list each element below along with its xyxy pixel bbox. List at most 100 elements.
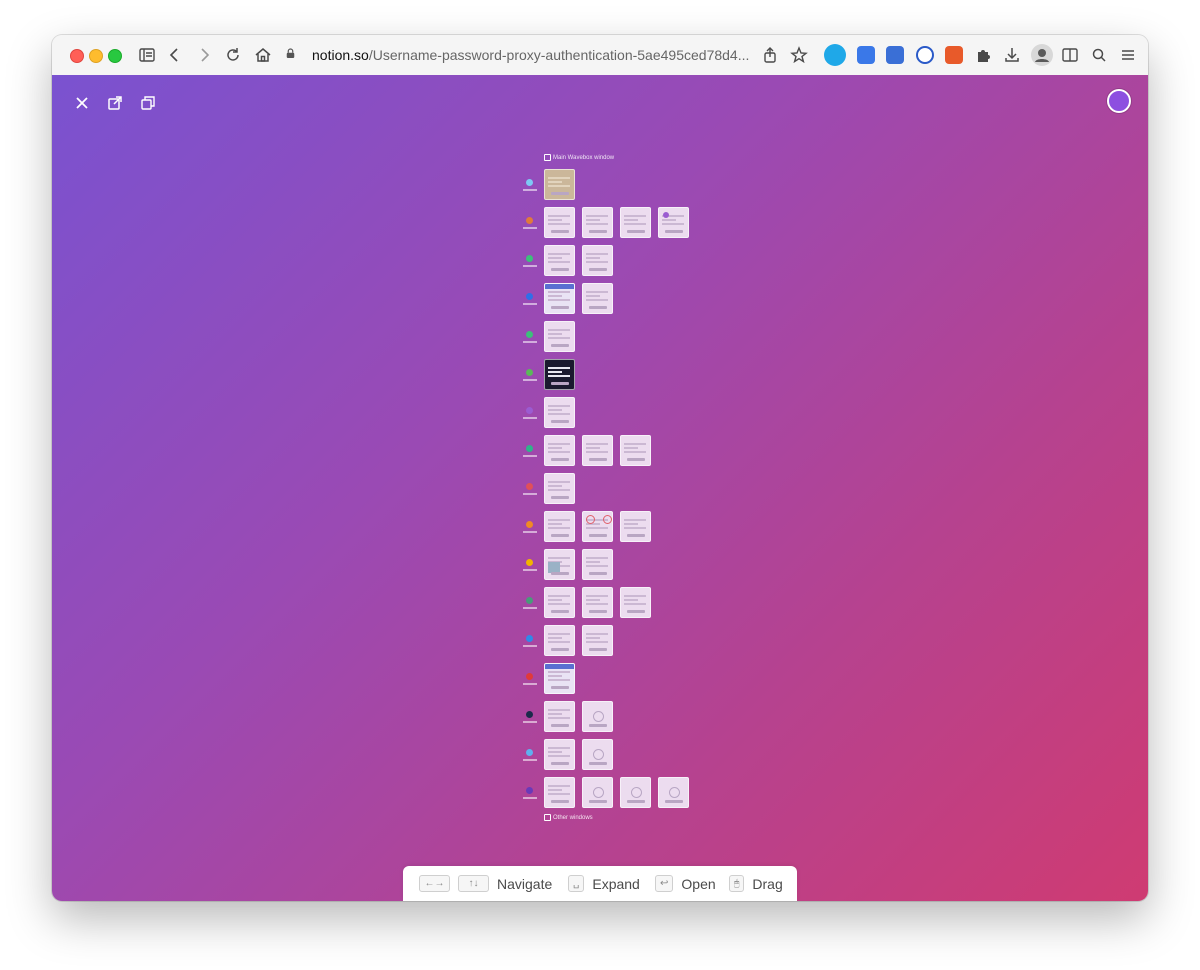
tab-thumbnail[interactable] [620, 777, 651, 808]
tab-thumbnail[interactable] [544, 283, 575, 314]
tab-thumbnail[interactable] [582, 549, 613, 580]
app-icon[interactable] [526, 483, 533, 490]
star-icon[interactable] [790, 46, 808, 64]
tab-thumbnail[interactable] [582, 587, 613, 618]
tab-thumbnail[interactable] [582, 207, 613, 238]
drag-label: Drag [752, 875, 783, 892]
puzzle-icon[interactable] [974, 46, 992, 64]
back-icon[interactable] [166, 46, 184, 64]
wavebox-extension-icon[interactable] [824, 44, 846, 66]
tab-thumbnail[interactable] [620, 207, 651, 238]
app-name-caption [523, 797, 537, 799]
app-icon[interactable] [526, 293, 533, 300]
tab-thumbnail[interactable] [582, 245, 613, 276]
menu-icon[interactable] [1119, 46, 1137, 64]
open-hint: ↩ Open [655, 866, 716, 901]
duplicate-icon[interactable] [138, 93, 158, 113]
tab-thumbnail[interactable] [582, 777, 613, 808]
main-window-label: Main Wavebox window [544, 154, 614, 161]
tab-thumbnail[interactable] [620, 435, 651, 466]
return-key: ↩ [655, 875, 674, 892]
close-icon[interactable] [72, 93, 92, 113]
app-icon[interactable] [526, 635, 533, 642]
share-icon[interactable] [761, 46, 779, 64]
tab-thumbnail[interactable] [582, 625, 613, 656]
app-name-caption [523, 455, 537, 457]
app-icon[interactable] [526, 179, 533, 186]
expand-label: Expand [592, 875, 640, 892]
app-icon[interactable] [526, 521, 533, 528]
app-name-caption [523, 645, 537, 647]
tab-thumbnail[interactable] [582, 739, 613, 770]
app-name-caption [523, 721, 537, 723]
tab-thumbnail[interactable] [544, 321, 575, 352]
close-window-button[interactable] [70, 49, 84, 63]
tab-thumbnail[interactable] [582, 511, 613, 542]
forward-icon[interactable] [195, 46, 213, 64]
image-extension-icon[interactable] [945, 46, 963, 64]
other-windows-label: Other windows [544, 814, 593, 821]
tab-thumbnail[interactable] [544, 435, 575, 466]
tab-thumbnail[interactable] [620, 587, 651, 618]
app-icon[interactable] [526, 749, 533, 756]
minimize-window-button[interactable] [89, 49, 103, 63]
tab-thumbnail[interactable] [544, 739, 575, 770]
fullscreen-window-button[interactable] [108, 49, 122, 63]
app-name-caption [523, 417, 537, 419]
user-avatar[interactable] [1107, 89, 1131, 113]
tab-thumbnail[interactable] [544, 587, 575, 618]
app-icon[interactable] [526, 445, 533, 452]
reload-icon[interactable] [224, 46, 242, 64]
open-external-icon[interactable] [105, 93, 125, 113]
app-name-caption [523, 227, 537, 229]
tab-thumbnail[interactable] [544, 777, 575, 808]
arrow-up-down-key: ↑↓ [458, 875, 489, 892]
app-icon[interactable] [526, 255, 533, 262]
app-icon[interactable] [526, 407, 533, 414]
open-label: Open [681, 875, 716, 892]
app-icon[interactable] [526, 217, 533, 224]
expand-hint: ␣ Expand [568, 866, 640, 901]
app-icon[interactable] [526, 369, 533, 376]
app-icon[interactable] [526, 711, 533, 718]
app-icon[interactable] [526, 331, 533, 338]
tab-thumbnail[interactable] [544, 663, 575, 694]
docs-extension-icon[interactable] [886, 46, 904, 64]
sidebar-icon[interactable] [138, 46, 156, 64]
tab-thumbnail[interactable] [620, 511, 651, 542]
arrow-left-right-key: ←→ [419, 875, 450, 892]
app-icon[interactable] [526, 597, 533, 604]
tab-thumbnail[interactable] [544, 207, 575, 238]
tab-thumbnail[interactable] [582, 701, 613, 732]
tab-thumbnail[interactable] [658, 207, 689, 238]
profile-avatar-icon[interactable] [1031, 44, 1053, 66]
chat-extension-icon[interactable] [857, 46, 875, 64]
tab-thumbnail[interactable] [544, 169, 575, 200]
app-name-caption [523, 303, 537, 305]
tab-thumbnail[interactable] [582, 283, 613, 314]
address-bar[interactable]: notion.so/Username-password-proxy-authen… [286, 44, 786, 66]
home-icon[interactable] [254, 46, 272, 64]
password-manager-icon[interactable] [916, 46, 934, 64]
tab-thumbnail[interactable] [544, 473, 575, 504]
tab-thumbnail[interactable] [658, 777, 689, 808]
tab-thumbnail[interactable] [544, 549, 575, 580]
app-name-caption [523, 759, 537, 761]
tab-thumbnail[interactable] [544, 511, 575, 542]
download-icon[interactable] [1003, 46, 1021, 64]
lock-icon [286, 48, 300, 62]
tab-thumbnail[interactable] [544, 625, 575, 656]
tab-thumbnail[interactable] [544, 397, 575, 428]
app-icon[interactable] [526, 559, 533, 566]
app-name-caption [523, 531, 537, 533]
split-view-icon[interactable] [1061, 46, 1079, 64]
navigate-hint: ←→ ↑↓ Navigate [419, 866, 552, 901]
app-icon[interactable] [526, 787, 533, 794]
tab-thumbnail[interactable] [544, 245, 575, 276]
app-icon[interactable] [526, 673, 533, 680]
tab-thumbnail[interactable] [544, 701, 575, 732]
app-name-caption [523, 683, 537, 685]
search-icon[interactable] [1090, 46, 1108, 64]
tab-thumbnail[interactable] [582, 435, 613, 466]
tab-thumbnail[interactable] [544, 359, 575, 390]
